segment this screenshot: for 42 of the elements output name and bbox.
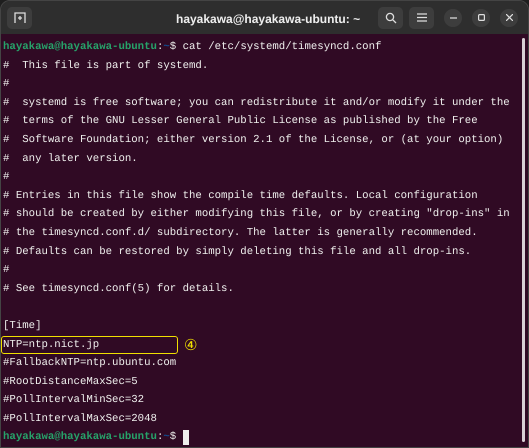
output-line: #: [3, 263, 10, 278]
callout-number: ④: [184, 336, 198, 354]
command-text: cat /etc/systemd/timesyncd.conf: [182, 40, 382, 55]
prompt-symbol: $: [170, 40, 176, 55]
output-line: # Entries in this file show the compile time defaults. Local configuration: [3, 188, 478, 204]
output-line: #: [3, 77, 10, 92]
output-line: #FallbackNTP=ntp.ubuntu.com: [3, 356, 176, 372]
search-icon: [384, 12, 396, 24]
prompt-symbol: $: [170, 430, 176, 446]
prompt-separator: :: [156, 430, 164, 446]
new-tab-icon: [14, 12, 26, 24]
menu-button[interactable]: [409, 6, 434, 28]
search-button[interactable]: [378, 6, 403, 28]
output-line: #: [3, 170, 10, 186]
prompt-path: ~: [163, 430, 170, 446]
menu-icon: [416, 13, 426, 22]
prompt-user: hayakawa@hayakawa-ubuntu: [3, 40, 157, 55]
window-title: hayakawa@hayakawa-ubuntu: ~: [176, 11, 360, 28]
output-line: # See timesyncd.conf(5) for details.: [3, 282, 234, 297]
output-line: [Time]: [3, 318, 42, 334]
close-button[interactable]: [500, 8, 518, 26]
close-icon: [506, 14, 512, 21]
minimize-icon: [450, 16, 456, 18]
prompt-path: ~: [163, 40, 170, 55]
output-line: # the timesyncd.conf.d/ subdirectory. The latter is generally recommended.: [3, 226, 478, 241]
output-line: # This file is part of systemd.: [3, 58, 208, 74]
output-line: #PollIntervalMaxSec=2048: [3, 412, 157, 427]
maximize-button[interactable]: [472, 8, 490, 26]
output-line: # Defaults can be restored by simply deleting this file and all drop-ins.: [3, 244, 472, 260]
minimize-button[interactable]: [444, 8, 462, 26]
output-line: # should be created by either modifying this file, or by creating "drop-ins" in: [3, 207, 510, 222]
output-line: # Software Foundation; either version 2.1 of the License, or (at your option): [3, 132, 504, 148]
scrollbar[interactable]: [522, 38, 525, 442]
output-line: # systemd is free software; you can redistribute it and/or modify it under the: [3, 96, 510, 111]
output-line: #RootDistanceMaxSec=5: [3, 374, 138, 390]
prompt-separator: :: [156, 40, 164, 55]
new-tab-button[interactable]: [7, 6, 32, 28]
output-line: # terms of the GNU Lesser General Public License as published by the Free: [3, 114, 478, 130]
maximize-icon: [478, 14, 484, 21]
output-line: #PollIntervalMinSec=32: [3, 393, 144, 408]
prompt-user: hayakawa@hayakawa-ubuntu: [3, 430, 157, 446]
output-line: # any later version.: [3, 152, 138, 167]
